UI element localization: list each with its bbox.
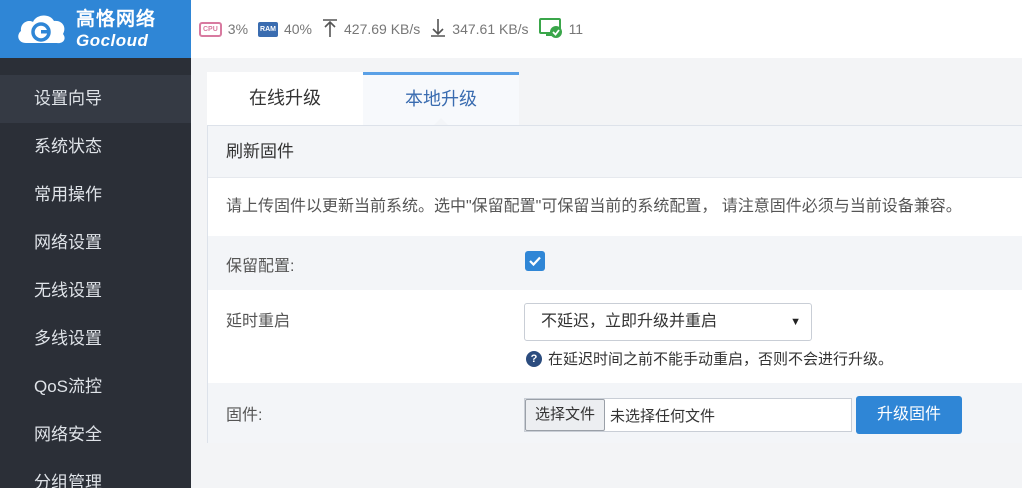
upload-stat: 427.69 KB/s: [322, 18, 420, 41]
upgrade-firmware-button[interactable]: 升级固件: [856, 396, 962, 434]
ram-stat: RAM 40%: [258, 21, 312, 37]
panel-title: 刷新固件: [208, 126, 1022, 178]
delay-reboot-hint: ? 在延迟时间之前不能手动重启，否则不会进行升级。: [526, 348, 893, 369]
sidebar-item-setup-wizard[interactable]: 设置向导: [0, 75, 191, 123]
firmware-panel: 刷新固件 请上传固件以更新当前系统。选中"保留配置"可保留当前的系统配置， 请注…: [207, 125, 1022, 443]
online-devices-icon: [538, 17, 563, 42]
status-bar: CPU 3% RAM 40% 427.69 KB/s 347.61 KB/s 1…: [191, 0, 1022, 58]
choose-file-button[interactable]: 选择文件: [525, 399, 606, 431]
sidebar-item-wireless-settings[interactable]: 无线设置: [0, 267, 191, 315]
sidebar-item-common-operations[interactable]: 常用操作: [0, 171, 191, 219]
sidebar-item-qos[interactable]: QoS流控: [0, 363, 191, 411]
checkmark-icon: [529, 256, 541, 267]
upload-speed: 427.69 KB/s: [344, 21, 421, 37]
delay-reboot-row: 延时重启 不延迟，立即升级并重启 ▼ ? 在延迟时间之前不能手动重启，否则不会进…: [208, 290, 1022, 383]
firmware-row: 固件: 选择文件 未选择任何文件 升级固件: [208, 383, 1022, 443]
delay-reboot-hint-text: 在延迟时间之前不能手动重启，否则不会进行升级。: [548, 351, 894, 368]
download-stat: 347.61 KB/s: [430, 18, 529, 41]
ram-usage: 40%: [283, 21, 312, 37]
download-speed: 347.61 KB/s: [452, 21, 529, 37]
question-icon: ?: [526, 350, 542, 367]
no-file-chosen-text: 未选择任何文件: [610, 407, 716, 425]
panel-description: 请上传固件以更新当前系统。选中"保留配置"可保留当前的系统配置， 请注意固件必须…: [226, 198, 962, 215]
sidebar-item-multiline-settings[interactable]: 多线设置: [0, 315, 191, 363]
sidebar-item-network-settings[interactable]: 网络设置: [0, 219, 191, 267]
dropdown-arrow-icon: ▼: [790, 316, 801, 328]
brand-name-en: Gocloud: [76, 30, 149, 50]
cpu-usage: 3%: [227, 21, 249, 37]
tab-local-upgrade[interactable]: 本地升级: [363, 72, 519, 126]
firmware-label: 固件:: [226, 407, 263, 424]
keep-config-row: 保留配置:: [208, 236, 1022, 290]
online-devices-count: 11: [568, 21, 584, 37]
online-devices-stat: 11: [538, 17, 584, 42]
brand-name-cn: 高恪网络: [76, 8, 157, 30]
cpu-chip-icon: CPU: [199, 21, 222, 37]
sidebar: 高恪网络 Gocloud 设置向导 系统状态 常用操作 网络设置 无线设置 多线…: [0, 0, 191, 488]
delay-reboot-selected: 不延迟，立即升级并重启: [541, 313, 718, 330]
sidebar-item-network-security[interactable]: 网络安全: [0, 411, 191, 459]
keep-config-checkbox[interactable]: [525, 251, 545, 271]
ram-chip-icon: RAM: [258, 21, 278, 37]
upload-arrow-icon: [322, 18, 338, 41]
cpu-stat: CPU 3%: [199, 21, 248, 37]
delay-reboot-select[interactable]: 不延迟，立即升级并重启 ▼: [524, 303, 812, 341]
cloud-logo-icon: [14, 9, 68, 49]
tab-online-upgrade[interactable]: 在线升级: [207, 72, 363, 125]
upgrade-tabs: 在线升级 本地升级: [207, 72, 519, 126]
firmware-file-input[interactable]: 选择文件 未选择任何文件: [524, 398, 852, 432]
delay-reboot-label: 延时重启: [226, 313, 291, 330]
sidebar-item-group-management[interactable]: 分组管理: [0, 459, 191, 488]
sidebar-item-system-status[interactable]: 系统状态: [0, 123, 191, 171]
sidebar-menu: 设置向导 系统状态 常用操作 网络设置 无线设置 多线设置 QoS流控 网络安全…: [0, 75, 191, 488]
download-arrow-icon: [430, 18, 446, 41]
brand-logo[interactable]: 高恪网络 Gocloud: [0, 0, 191, 58]
keep-config-label: 保留配置:: [226, 258, 295, 275]
